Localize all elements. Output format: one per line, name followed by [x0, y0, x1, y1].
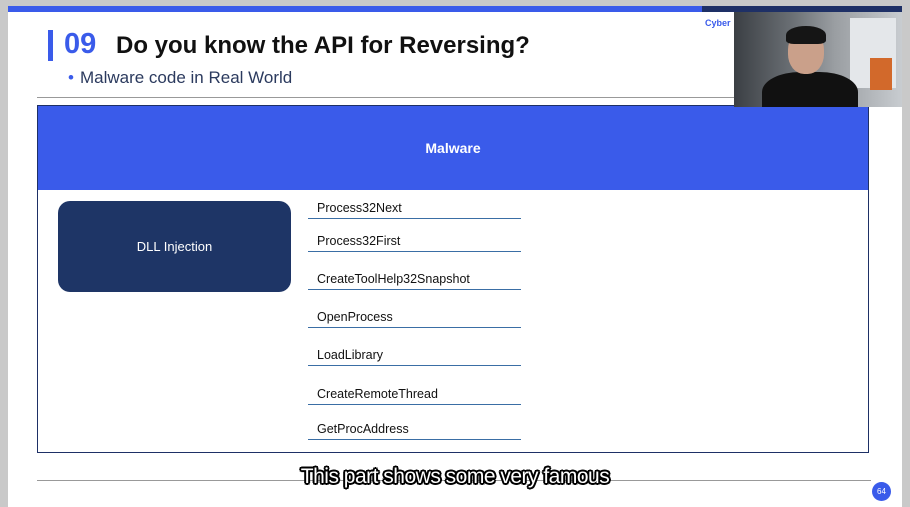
- api-item: CreateRemoteThread: [308, 387, 521, 405]
- title-accent-bar: [48, 30, 53, 61]
- brand-label: Cyber: [705, 18, 731, 28]
- subtitle-text: Malware code in Real World: [79, 68, 293, 87]
- api-item: Process32Next: [308, 201, 521, 219]
- slide-title: Do you know the API for Reversing?: [116, 32, 530, 59]
- diagram-header-label: Malware: [425, 140, 481, 156]
- api-item: GetProcAddress: [308, 422, 521, 440]
- api-item: LoadLibrary: [308, 348, 521, 366]
- webcam-video-overlay: [734, 12, 902, 107]
- api-item: Process32First: [308, 234, 521, 252]
- category-label: DLL Injection: [136, 239, 213, 254]
- api-item: CreateToolHelp32Snapshot: [308, 272, 521, 290]
- category-box-dll-injection: DLL Injection: [58, 201, 291, 292]
- video-subtitle-caption: This part shows some very famous: [300, 465, 610, 488]
- bullet-icon: •: [68, 68, 74, 87]
- api-item: OpenProcess: [308, 310, 521, 328]
- diagram-header: Malware: [38, 106, 868, 190]
- slide-subtitle: • Malware code in Real World: [68, 68, 292, 88]
- malware-diagram: Malware DLL Injection Process32Next Proc…: [37, 105, 869, 453]
- section-number: 09: [64, 28, 97, 60]
